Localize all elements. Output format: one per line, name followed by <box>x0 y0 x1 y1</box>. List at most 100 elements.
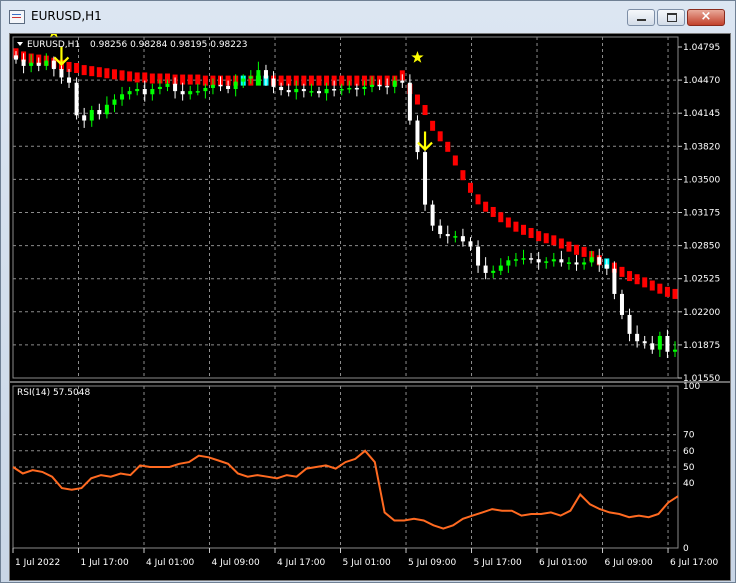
band-segment <box>104 68 110 79</box>
candle-body <box>468 241 473 247</box>
candle-body <box>347 87 352 90</box>
candle-body <box>271 78 276 87</box>
x-tick-label: 6 Jul 17:00 <box>670 558 719 568</box>
candle-body <box>218 84 223 87</box>
maximize-button[interactable] <box>657 9 685 26</box>
candle-body <box>74 82 79 116</box>
candle-body <box>460 236 465 242</box>
candle-body <box>354 87 359 90</box>
candle-body <box>445 234 450 237</box>
candle-body <box>513 259 518 261</box>
chart-window: EURUSD,H1 × 1.04795 1.04470 1.04145 1.03820… <box>0 0 736 583</box>
band-segment <box>119 70 125 81</box>
candle-body <box>438 225 443 235</box>
candle-body <box>301 89 306 92</box>
minimize-button[interactable] <box>627 9 655 26</box>
price-tick-label: 1.02850 <box>683 242 720 252</box>
price-tick-label: 1.01875 <box>683 341 720 351</box>
candle-body <box>210 84 215 88</box>
candle-body <box>104 104 109 115</box>
candle-body <box>67 77 72 83</box>
band-segment <box>74 63 80 73</box>
star-icon <box>411 51 424 63</box>
candle-body <box>521 258 526 260</box>
rsi-tick-label: 40 <box>683 479 695 489</box>
band-segment <box>475 194 481 205</box>
band-segment <box>81 65 87 76</box>
title-bar[interactable]: EURUSD,H1 × <box>1 1 735 31</box>
band-segment <box>498 212 504 223</box>
price-grid <box>12 36 679 379</box>
band-segment <box>634 274 640 285</box>
candle-body <box>566 262 571 264</box>
band-segment <box>316 75 322 86</box>
band-segment <box>558 238 564 249</box>
band-segment <box>551 235 557 246</box>
chart-svg: 1.04795 1.04470 1.04145 1.03820 1.03500 1.031… <box>10 34 730 568</box>
price-tick-label: 1.04470 <box>683 76 720 86</box>
rsi-tick-label: 60 <box>683 447 695 457</box>
candle-body <box>82 115 87 121</box>
x-tick-label: 1 Jul 2022 <box>15 558 60 568</box>
band-segment <box>187 74 193 85</box>
band-segment <box>649 280 655 291</box>
candle-body <box>582 262 587 265</box>
candle-body <box>551 259 556 262</box>
band-segment <box>483 201 489 212</box>
x-tick-label: 5 Jul 09:00 <box>408 558 457 568</box>
candle-body <box>316 91 321 94</box>
band-segment <box>467 182 473 193</box>
band-segment <box>664 286 670 297</box>
band-segment <box>619 266 625 277</box>
rsi-series <box>12 449 679 530</box>
candle-body <box>286 90 291 93</box>
band-segment <box>657 283 663 294</box>
x-tick-label: 5 Jul 01:00 <box>343 558 392 568</box>
band-segment <box>672 288 678 299</box>
candle-body <box>157 86 162 90</box>
chart-canvas[interactable]: 1.04795 1.04470 1.04145 1.03820 1.03500 1.031… <box>9 33 731 581</box>
candle-body <box>673 349 677 352</box>
candle-body <box>650 343 655 350</box>
band-segment <box>642 277 648 288</box>
candle-body <box>483 265 488 273</box>
candle-body <box>188 91 193 95</box>
candle-body <box>294 89 299 93</box>
candle-body <box>29 62 34 66</box>
candle-body <box>370 84 375 87</box>
price-tick-label: 1.02200 <box>683 308 720 318</box>
candle-body <box>89 110 94 121</box>
candle-body <box>332 89 337 91</box>
rsi-axis: 100 70 60 50 40 0 <box>683 382 700 554</box>
price-pane-frame <box>12 36 679 379</box>
rsi-line <box>12 449 679 530</box>
candle-body <box>498 265 503 271</box>
candle-body <box>407 82 412 121</box>
candle-body <box>385 85 390 88</box>
candle-body <box>491 270 496 273</box>
price-tick-label: 1.04145 <box>683 109 720 119</box>
band-segment <box>89 66 95 77</box>
pane-divider[interactable] <box>10 381 730 383</box>
rsi-tick-label: 0 <box>683 544 689 554</box>
band-segment <box>134 72 140 83</box>
band-segment <box>422 105 428 116</box>
candle-body <box>241 78 246 82</box>
candle-body <box>324 89 329 94</box>
candle-body <box>642 341 647 344</box>
candle-body <box>476 246 481 266</box>
chart-menu-icon[interactable] <box>17 42 23 46</box>
band-segment <box>543 233 549 244</box>
ohlc-readout: 0.98256 0.98284 0.98195 0.98223 <box>90 40 247 50</box>
close-button[interactable]: × <box>687 9 725 26</box>
band-segment <box>96 67 102 78</box>
candle-body <box>362 86 367 90</box>
candle-body <box>506 260 511 266</box>
band-segment <box>574 244 580 255</box>
symbol-title: EURUSD,H1 <box>27 40 80 50</box>
band-segment <box>521 224 527 235</box>
candle-body <box>44 60 49 66</box>
candle-body <box>612 268 617 294</box>
x-tick-label: 4 Jul 09:00 <box>212 558 261 568</box>
band-segment <box>460 170 466 181</box>
